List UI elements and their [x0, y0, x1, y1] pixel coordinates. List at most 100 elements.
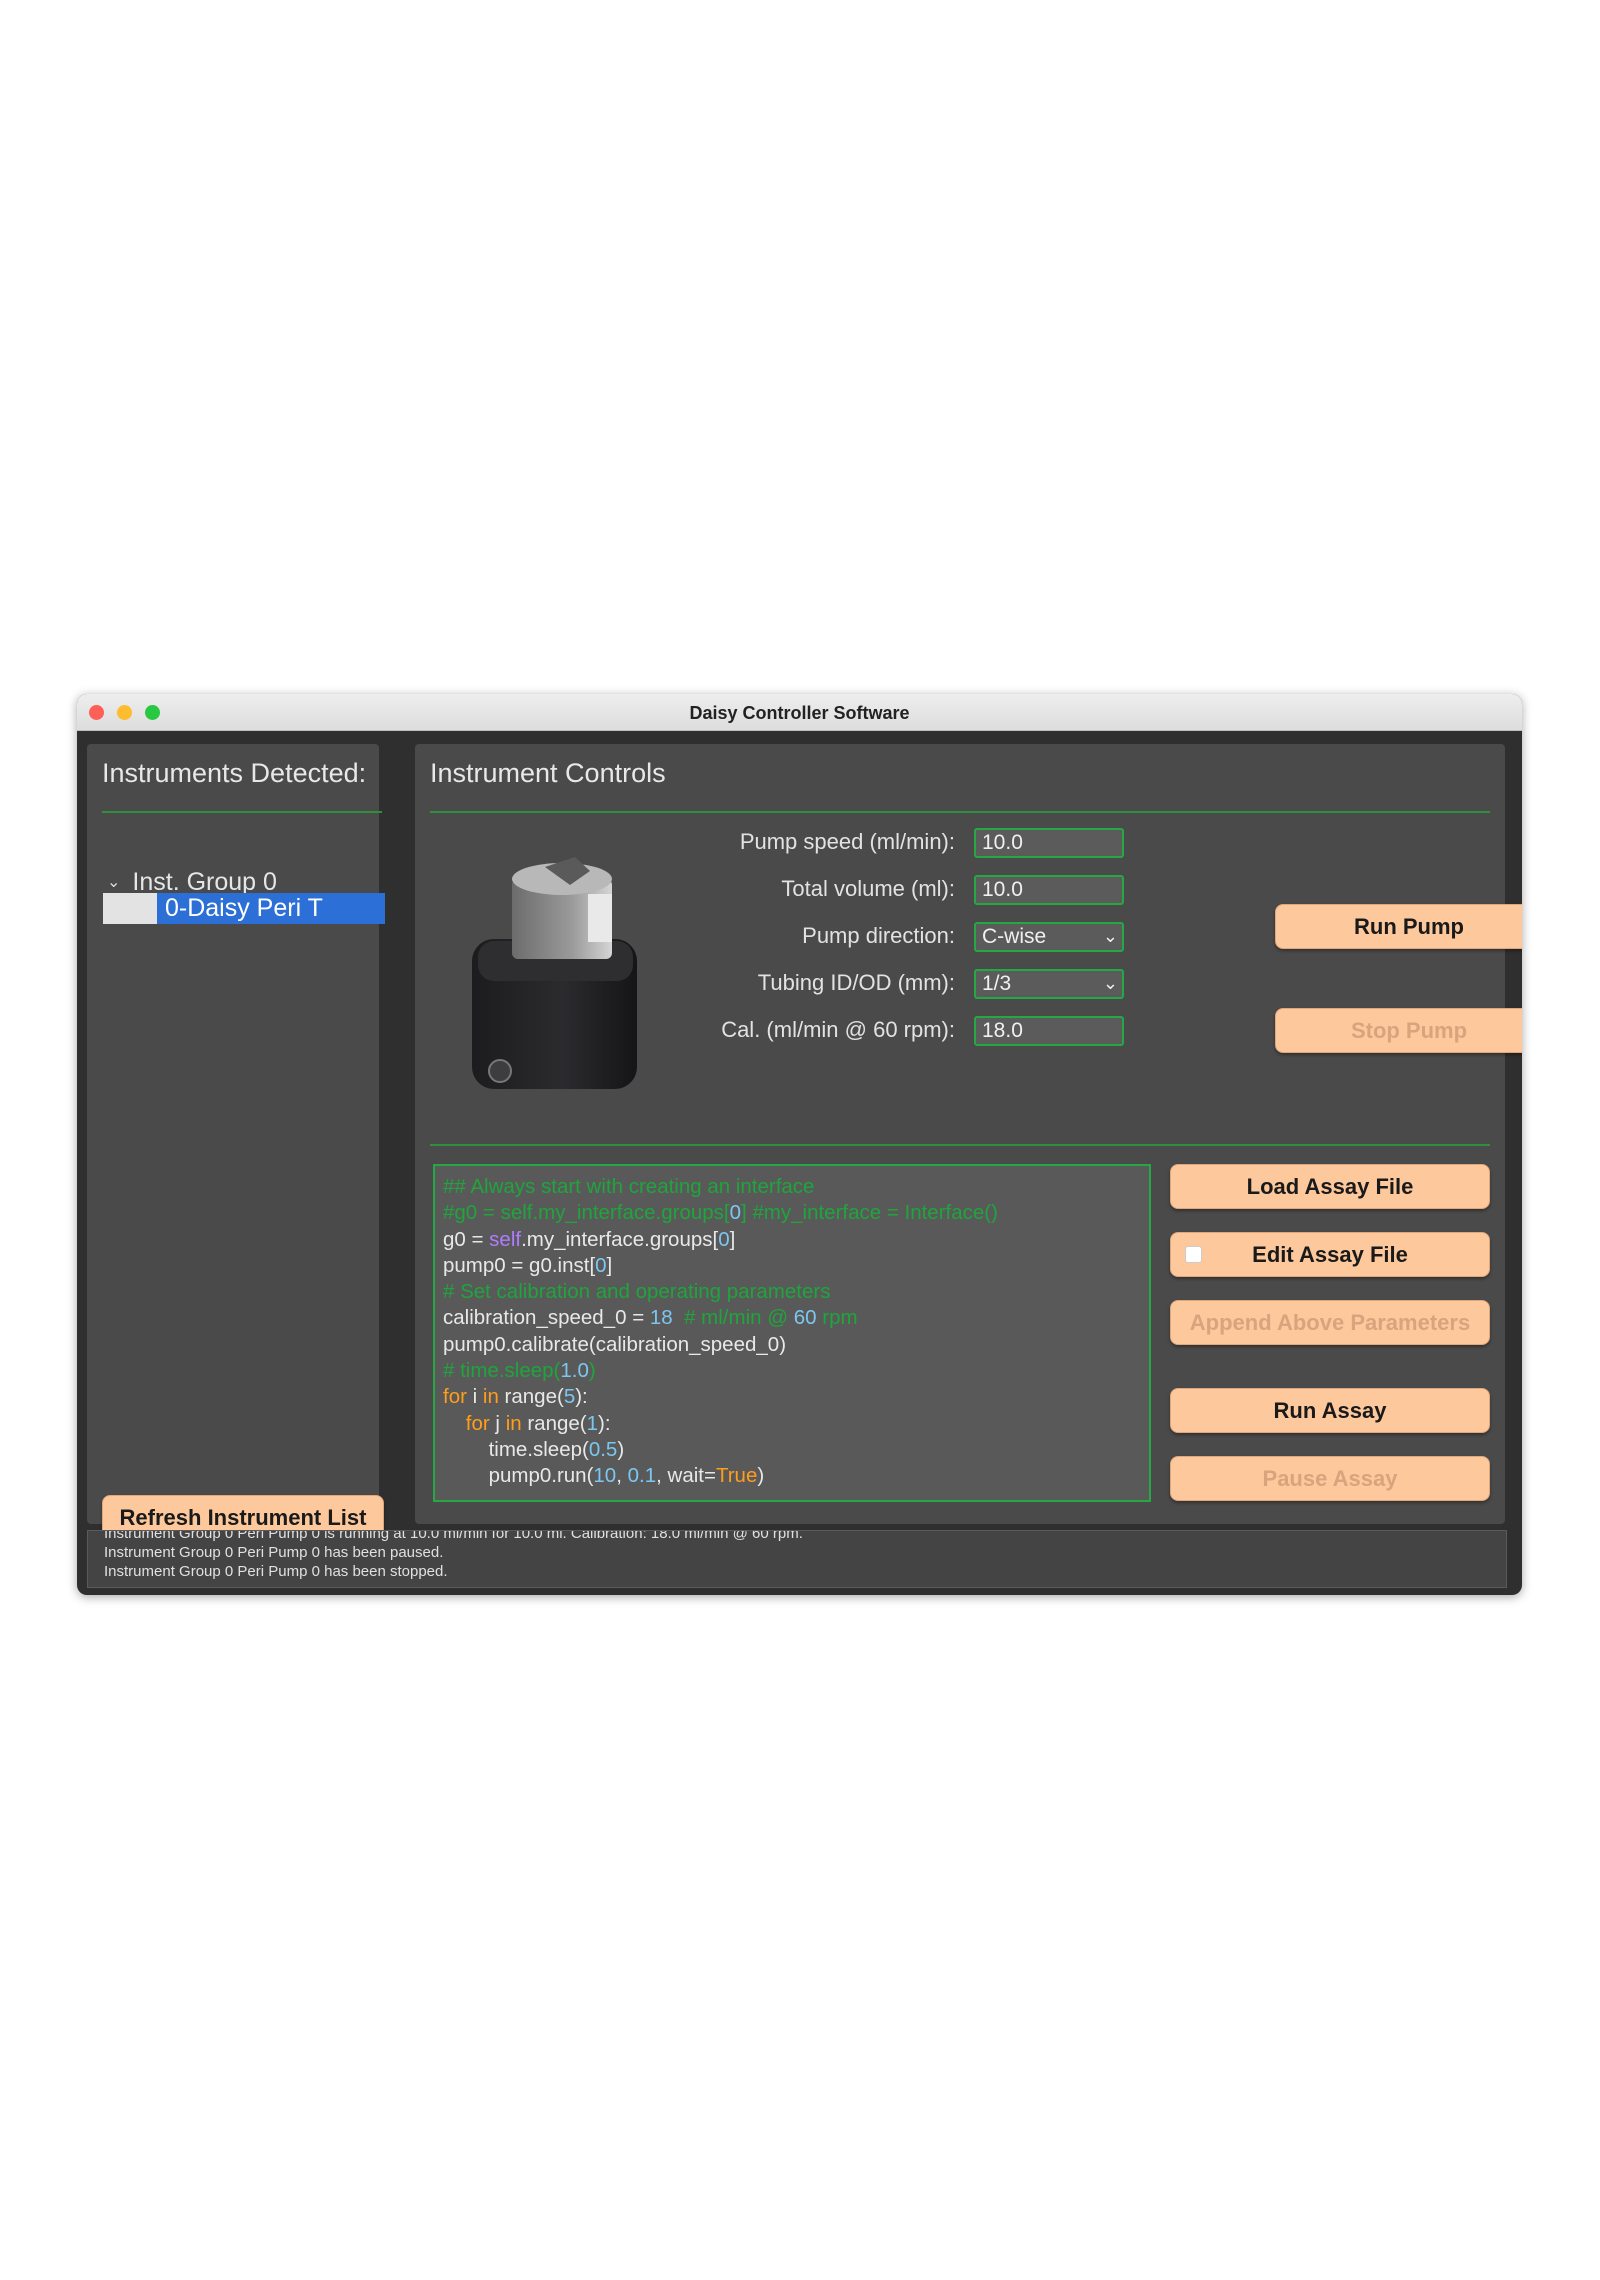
code-token: # Set calibration and operating paramete…	[443, 1280, 831, 1304]
instruments-panel: Instruments Detected: ⌄ Inst. Group 0 0-D…	[87, 744, 385, 1540]
code-token: pump0 = g0.inst[	[443, 1253, 596, 1277]
pump-direction-value: C-wise	[982, 925, 1047, 948]
stop-pump-button[interactable]: Stop Pump	[1275, 1008, 1522, 1053]
code-token: 60	[793, 1306, 817, 1330]
code-line: # time.sleep(1.0)	[443, 1358, 1141, 1384]
code-token: 0	[718, 1227, 730, 1251]
code-token: self	[489, 1227, 522, 1251]
tree-item-label: 0-Daisy Peri T	[165, 894, 323, 922]
code-token: for	[465, 1411, 490, 1435]
code-token: rpm	[816, 1306, 858, 1330]
code-token: 0	[595, 1253, 607, 1277]
code-token: pump0.calibrate(calibration_speed_0)	[443, 1332, 787, 1356]
code-token: 0	[729, 1201, 741, 1225]
code-token: i	[466, 1385, 483, 1409]
instrument-controls-panel: Instrument Controls Pump speed (ml/min):…	[415, 744, 1522, 1524]
code-token: 0.5	[588, 1437, 618, 1461]
code-line: for i in range(5):	[443, 1384, 1141, 1410]
code-line: #g0 = self.my_interface.groups[0] #my_in…	[443, 1200, 1141, 1226]
code-line: pump0.calibrate(calibration_speed_0)	[443, 1332, 1141, 1358]
tree-item-swatch	[103, 893, 157, 924]
code-token: 1.0	[560, 1359, 589, 1383]
code-line: ## Always start with creating an interfa…	[443, 1174, 1141, 1200]
code-token: ] #my_interface = Interface()	[741, 1201, 998, 1225]
code-token: #g0 = self.my_interface.groups[	[443, 1201, 730, 1225]
edit-assay-label: Edit Assay File	[1252, 1241, 1408, 1267]
load-assay-file-button[interactable]: Load Assay File	[1170, 1164, 1490, 1209]
code-token: range(	[521, 1411, 587, 1435]
code-token: ]	[729, 1227, 736, 1251]
chevron-down-icon: ⌄	[1102, 973, 1118, 993]
code-line: pump0 = g0.inst[0]	[443, 1253, 1141, 1279]
code-line: calibration_speed_0 = 18 # ml/min @ 60 r…	[443, 1305, 1141, 1331]
code-token: ## Always start with creating an interfa…	[443, 1175, 815, 1198]
pump-speed-value: 10.0	[982, 831, 1023, 854]
code-token: ,	[616, 1464, 628, 1488]
total-volume-input[interactable]: 10.0	[974, 875, 1124, 905]
log-line: Instrument Group 0 Peri Pump 0 is runnin…	[104, 1530, 803, 1542]
pump-speed-input[interactable]: 10.0	[974, 828, 1124, 858]
tubing-value: 1/3	[982, 972, 1012, 995]
calibration-value: 18.0	[982, 1019, 1023, 1042]
code-token: .my_interface.groups[	[521, 1227, 719, 1251]
log-output[interactable]: Instrument Group 0 Peri Pump 0 is runnin…	[87, 1530, 1507, 1588]
title-bar[interactable]: Daisy Controller Software	[77, 694, 1522, 731]
code-token: 18	[649, 1306, 673, 1330]
chevron-down-icon[interactable]: ⌄	[107, 872, 120, 892]
append-parameters-button[interactable]: Append Above Parameters	[1170, 1300, 1490, 1345]
code-line: time.sleep(0.5)	[443, 1437, 1141, 1463]
run-assay-button[interactable]: Run Assay	[1170, 1388, 1490, 1433]
code-line: # Set calibration and operating paramete…	[443, 1279, 1141, 1305]
code-token: # time.sleep(	[443, 1359, 561, 1383]
code-token: 1	[586, 1411, 599, 1435]
controls-divider-top	[430, 811, 1490, 813]
tree-item-daisy-peri[interactable]: 0-Daisy Peri T	[103, 893, 385, 924]
code-token: ):	[575, 1385, 588, 1409]
code-token: in	[482, 1385, 499, 1409]
code-token: time.sleep(	[443, 1437, 589, 1461]
code-token: )	[617, 1437, 625, 1461]
controls-heading: Instrument Controls	[430, 758, 666, 788]
code-line: g0 = self.my_interface.groups[0]	[443, 1227, 1141, 1253]
code-token: # ml/min @	[672, 1306, 794, 1330]
code-token: range(	[498, 1385, 564, 1409]
window-title: Daisy Controller Software	[689, 703, 910, 723]
total-volume-label: Total volume (ml):	[781, 876, 955, 901]
chevron-down-icon: ⌄	[1102, 926, 1118, 946]
code-token: ):	[598, 1411, 611, 1435]
code-token: )	[588, 1359, 596, 1383]
assay-code-editor[interactable]: ## Always start with creating an interfa…	[433, 1164, 1151, 1502]
tubing-select[interactable]: 1/3 ⌄	[974, 969, 1124, 999]
code-line: for j in range(1):	[443, 1411, 1141, 1437]
total-volume-value: 10.0	[982, 878, 1023, 901]
code-token: for	[443, 1385, 467, 1409]
pump-speed-label: Pump speed (ml/min):	[739, 829, 955, 854]
code-line: pump0.run(10, 0.1, wait=True)	[443, 1463, 1141, 1489]
code-token: , wait=	[656, 1464, 716, 1488]
instruments-divider	[102, 811, 382, 813]
calibration-label: Cal. (ml/min @ 60 rpm):	[721, 1017, 955, 1042]
tree-group-label: Inst. Group 0	[132, 868, 277, 896]
code-token: ]	[606, 1253, 613, 1277]
code-token: pump0.run(	[443, 1464, 594, 1488]
log-line: Instrument Group 0 Peri Pump 0 has been …	[104, 1563, 448, 1580]
log-line: Instrument Group 0 Peri Pump 0 has been …	[104, 1544, 444, 1561]
code-token: calibration_speed_0 =	[443, 1306, 650, 1330]
code-token: 5	[563, 1385, 576, 1409]
code-token: j	[489, 1411, 506, 1435]
pump-direction-select[interactable]: C-wise ⌄	[974, 922, 1124, 952]
edit-assay-file-button[interactable]: Edit Assay File	[1170, 1232, 1490, 1277]
app-window: Daisy Controller Software Instruments De…	[77, 694, 1522, 1595]
code-token: 10	[593, 1464, 617, 1488]
code-token: )	[757, 1464, 765, 1488]
tubing-label: Tubing ID/OD (mm):	[757, 970, 955, 995]
controls-divider-middle	[430, 1144, 1490, 1146]
pump-direction-label: Pump direction:	[802, 923, 955, 948]
code-token: in	[505, 1411, 522, 1435]
run-pump-button[interactable]: Run Pump	[1275, 904, 1522, 949]
instruments-heading: Instruments Detected:	[102, 758, 367, 788]
calibration-input[interactable]: 18.0	[974, 1016, 1124, 1046]
pause-assay-button[interactable]: Pause Assay	[1170, 1456, 1490, 1501]
edit-assay-checkbox[interactable]	[1185, 1246, 1202, 1263]
